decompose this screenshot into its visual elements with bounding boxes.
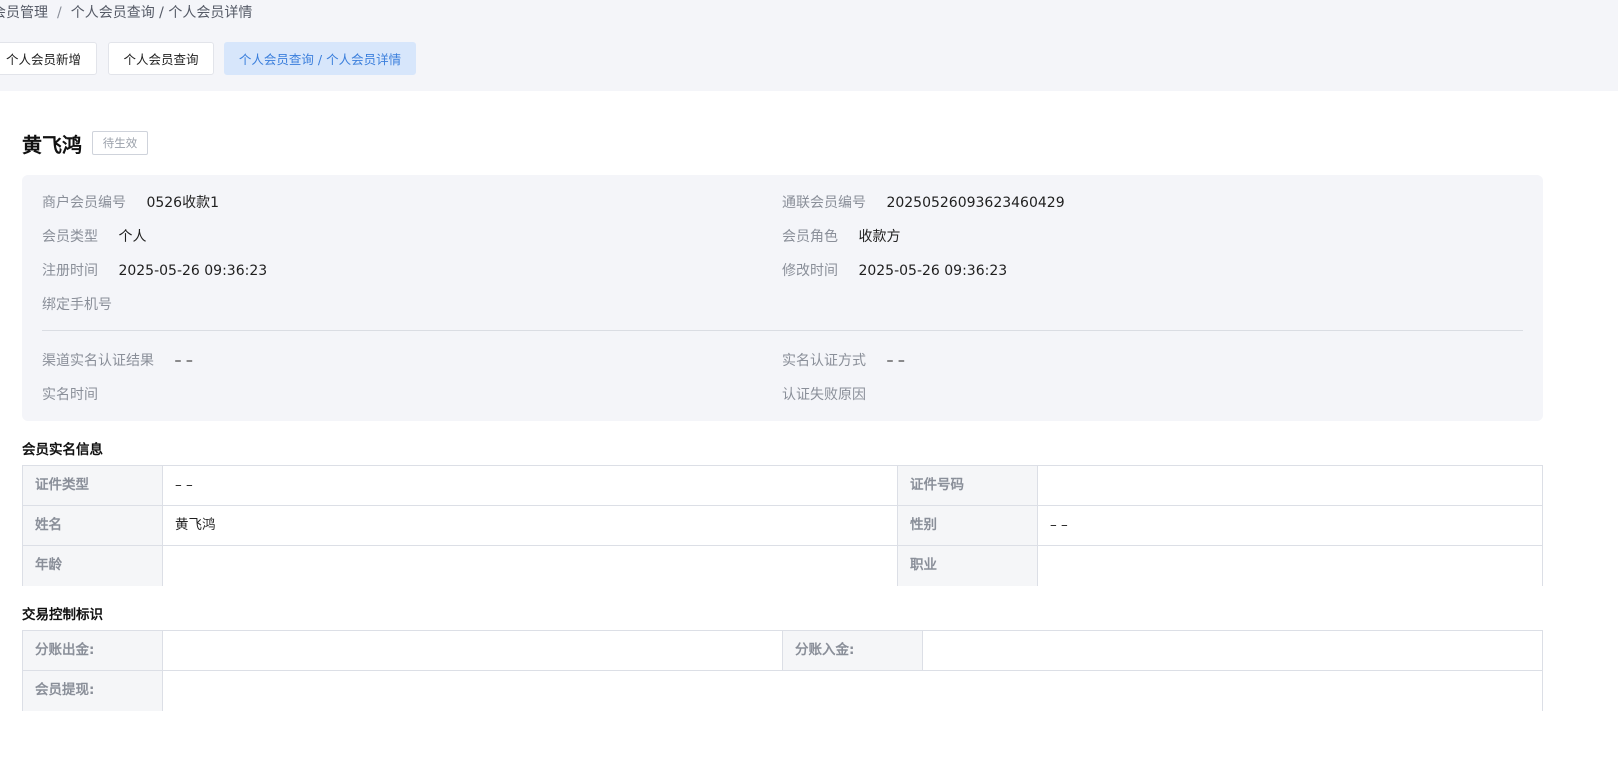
cell-label-age: 年龄 <box>23 546 163 586</box>
tab-personal-member-add[interactable]: 个人会员新增 <box>0 42 97 75</box>
member-info-panel: 商户会员编号 0526收款1 通联会员编号 202505260936234604… <box>22 175 1543 421</box>
cell-value-occupation <box>1038 546 1542 586</box>
tab-personal-member-query[interactable]: 个人会员查询 <box>108 42 214 75</box>
field-auth-fail-reason: 认证失败原因 <box>782 384 882 404</box>
member-name-title: 黄飞鸿 <box>22 133 82 157</box>
field-value: 个人 <box>118 229 147 245</box>
cell-label-gender: 性别 <box>898 506 1038 546</box>
field-value: 2025-05-26 09:36:23 <box>858 263 1008 279</box>
cell-label-occupation: 职业 <box>898 546 1038 586</box>
field-value: 2025-05-26 09:36:23 <box>118 263 268 279</box>
cell-label-split-out: 分账出金: <box>23 631 163 671</box>
divider <box>42 330 1523 331</box>
breadcrumb: 会员管理 / 个人会员查询 / 个人会员详情 <box>0 2 252 22</box>
cell-label-id-type: 证件类型 <box>23 466 163 506</box>
field-value: – – <box>174 353 193 369</box>
trade-control-table: 分账出金: 分账入金: 会员提现: <box>22 630 1543 711</box>
field-label: 绑定手机号 <box>42 297 112 313</box>
cell-value-age <box>163 546 898 586</box>
cell-label-name: 姓名 <box>23 506 163 546</box>
field-value: 收款方 <box>858 229 901 245</box>
cell-label-withdraw: 会员提现: <box>23 671 163 711</box>
cell-value-id-no <box>1038 466 1542 506</box>
section-title-realname: 会员实名信息 <box>22 442 103 458</box>
field-channel-auth-result: 渠道实名认证结果 – – <box>42 350 193 370</box>
cell-value-split-in <box>923 631 1542 671</box>
field-value: 20250526093623460429 <box>886 195 1065 211</box>
field-member-type: 会员类型 个人 <box>42 226 146 246</box>
field-bound-phone: 绑定手机号 <box>42 294 128 314</box>
breadcrumb-item-member-management[interactable]: 会员管理 <box>0 2 48 22</box>
field-label: 修改时间 <box>782 263 838 279</box>
field-auth-time: 实名时间 <box>42 384 114 404</box>
cell-value-name: 黄飞鸿 <box>163 506 898 546</box>
field-auth-method: 实名认证方式 – – <box>782 350 905 370</box>
tab-personal-member-detail[interactable]: 个人会员查询 / 个人会员详情 <box>224 42 416 75</box>
cell-value-split-out <box>163 631 783 671</box>
field-tonglian-member-no: 通联会员编号 20250526093623460429 <box>782 192 1065 212</box>
field-label: 通联会员编号 <box>782 195 866 211</box>
field-merchant-member-no: 商户会员编号 0526收款1 <box>42 192 219 212</box>
field-label: 商户会员编号 <box>42 195 126 211</box>
tab-label: 个人会员查询 / 个人会员详情 <box>238 52 402 67</box>
field-label: 实名时间 <box>42 387 98 403</box>
field-label: 会员类型 <box>42 229 98 245</box>
cell-value-gender: – – <box>1038 506 1542 546</box>
field-label: 会员角色 <box>782 229 838 245</box>
field-label: 认证失败原因 <box>782 387 866 403</box>
realname-table: 证件类型 – – 证件号码 姓名 黄飞鸿 性别 – – 年龄 职业 <box>22 465 1543 586</box>
cell-label-id-no: 证件号码 <box>898 466 1038 506</box>
field-label: 注册时间 <box>42 263 98 279</box>
field-modify-time: 修改时间 2025-05-26 09:36:23 <box>782 260 1007 280</box>
tab-label: 个人会员查询 <box>123 52 199 67</box>
field-member-role: 会员角色 收款方 <box>782 226 900 246</box>
cell-label-split-in: 分账入金: <box>783 631 923 671</box>
section-title-trade-control: 交易控制标识 <box>22 607 103 623</box>
field-value: 0526收款1 <box>146 195 219 211</box>
cell-value-withdraw <box>163 671 1542 711</box>
tab-label: 个人会员新增 <box>5 52 81 67</box>
field-label: 渠道实名认证结果 <box>42 353 154 369</box>
cell-value-id-type: – – <box>163 466 898 506</box>
field-register-time: 注册时间 2025-05-26 09:36:23 <box>42 260 267 280</box>
status-badge: 待生效 <box>92 131 148 155</box>
field-label: 实名认证方式 <box>782 353 866 369</box>
breadcrumb-item-current: 个人会员查询 / 个人会员详情 <box>70 5 253 21</box>
field-value: – – <box>886 353 905 369</box>
breadcrumb-separator: / <box>57 5 62 21</box>
top-bar: 会员管理 / 个人会员查询 / 个人会员详情 个人会员新增 个人会员查询 个人会员查… <box>0 0 1618 91</box>
